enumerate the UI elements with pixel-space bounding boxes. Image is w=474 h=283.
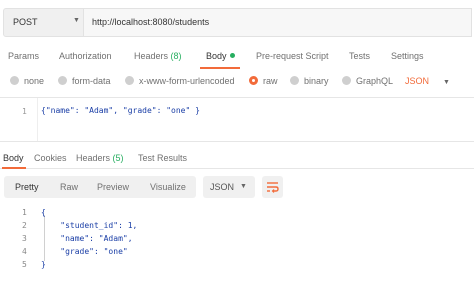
line-number: 1 [22,208,27,217]
view-mode-segment: Pretty Raw Preview Visualize [4,176,196,198]
response-format-label: JSON [210,182,235,192]
tab-settings[interactable]: Settings [391,51,424,61]
request-body-editor[interactable]: 1 {"name": "Adam", "grade": "one" } [0,97,474,142]
radio-selected-icon [249,76,258,85]
url-input[interactable]: http://localhost:8080/students [84,8,472,37]
tab-body[interactable]: Body [206,51,235,61]
request-tabs: Params Authorization Headers (8) Body Pr… [0,46,474,69]
radio-binary-label: binary [304,76,329,86]
code-line: "name": "Adam", [41,234,133,243]
line-number: 2 [22,221,27,230]
tab-response-headers-label: Headers [76,153,111,163]
wrap-lines-icon [267,182,279,193]
tab-headers[interactable]: Headers (8) [134,51,182,61]
method-select[interactable]: POST ▼ [3,8,84,37]
chevron-down-icon: ▼ [240,183,247,190]
radio-form-data-label: form-data [72,76,111,86]
radio-raw[interactable]: raw [249,76,278,86]
code-line: { [41,208,46,217]
view-raw-button[interactable]: Raw [60,182,78,192]
line-number: 1 [22,107,27,116]
tab-body-label: Body [206,51,227,61]
code-line: } [41,260,46,269]
radio-graphql[interactable]: GraphQL [342,76,393,86]
body-format-label: JSON [405,76,430,86]
response-tabs: Body Cookies Headers (5) Test Results [0,149,474,169]
response-view-toolbar: Pretty Raw Preview Visualize JSON ▼ [0,176,474,200]
radio-icon [290,76,299,85]
radio-graphql-label: GraphQL [356,76,394,86]
tab-tests[interactable]: Tests [349,51,370,61]
response-body-viewer: 1 { 2 "student_id": 1, 3 "name": "Adam",… [0,204,474,283]
view-preview-button[interactable]: Preview [97,182,129,192]
code-line: "grade": "one" [41,247,128,256]
wrap-lines-button[interactable] [262,176,283,198]
status-dot-icon [229,53,235,58]
method-label: POST [13,17,38,27]
radio-urlencoded[interactable]: x-www-form-urlencoded [125,76,235,86]
tab-test-results[interactable]: Test Results [138,153,187,163]
radio-urlencoded-label: x-www-form-urlencoded [139,76,235,86]
response-headers-count: (5) [112,153,124,163]
line-number: 3 [22,234,27,243]
tab-response-headers[interactable]: Headers (5) [76,153,124,163]
active-tab-indicator [200,67,240,69]
chevron-down-icon: ▼ [443,79,450,86]
request-url-bar: POST ▼ http://localhost:8080/students [0,8,474,38]
radio-icon [125,76,134,85]
tab-authorization[interactable]: Authorization [59,51,112,61]
radio-none[interactable]: none [10,76,44,86]
radio-form-data[interactable]: form-data [58,76,111,86]
line-gutter [0,98,38,141]
tab-cookies[interactable]: Cookies [34,153,67,163]
response-format-select[interactable]: JSON ▼ [203,176,255,198]
body-type-options: none form-data x-www-form-urlencoded raw… [0,74,474,92]
active-tab-indicator [2,167,26,169]
tab-params[interactable]: Params [8,51,39,61]
request-body-code: {"name": "Adam", "grade": "one" } [41,106,200,115]
tab-response-body[interactable]: Body [3,153,24,163]
headers-count: (8) [170,51,182,61]
tab-prerequest-script[interactable]: Pre-request Script [256,51,329,61]
body-format-select[interactable]: JSON ▼ [405,76,450,86]
radio-icon [10,76,19,85]
view-visualize-button[interactable]: Visualize [150,182,186,192]
radio-none-label: none [24,76,45,86]
code-line: "student_id": 1, [41,221,138,230]
tab-headers-label: Headers [134,51,169,61]
view-pretty-button[interactable]: Pretty [15,182,39,192]
radio-icon [58,76,67,85]
chevron-down-icon: ▼ [73,17,80,24]
radio-binary[interactable]: binary [290,76,329,86]
line-number: 4 [22,247,27,256]
radio-icon [342,76,351,85]
line-number: 5 [22,260,27,269]
radio-raw-label: raw [263,76,278,86]
url-text: http://localhost:8080/students [92,17,210,27]
